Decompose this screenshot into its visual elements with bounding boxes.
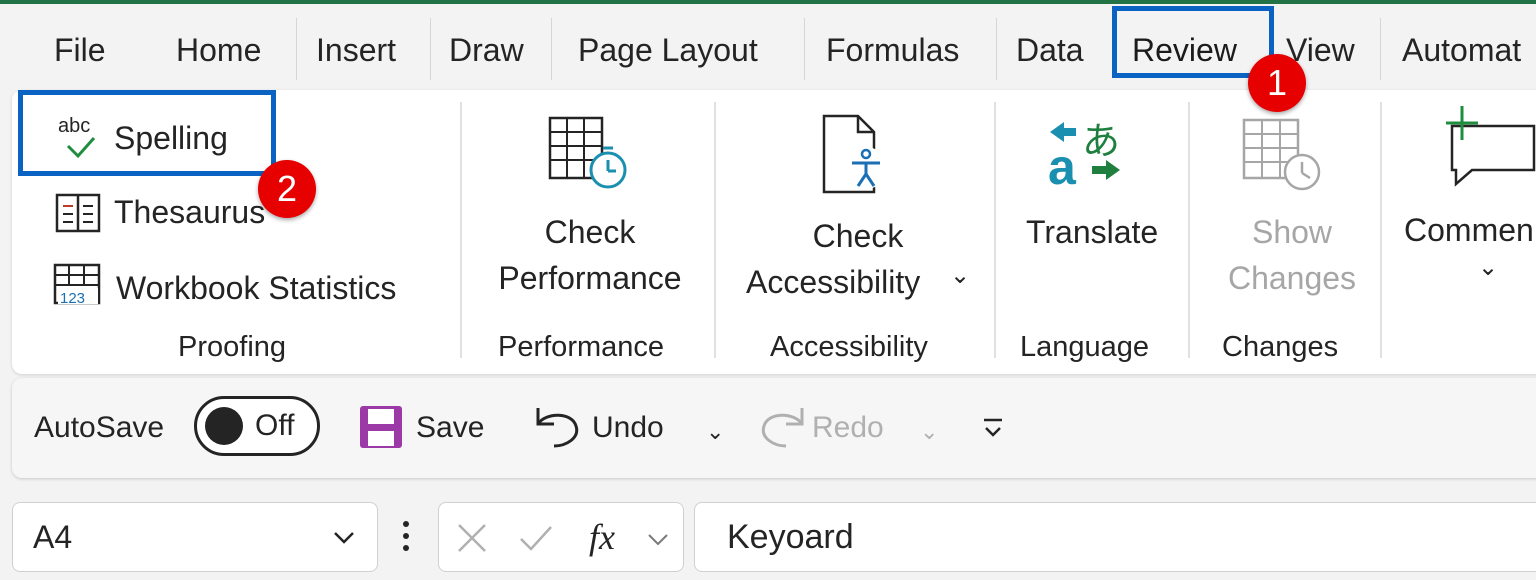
undo-dropdown-chevron-icon[interactable]: ⌄ <box>706 414 724 450</box>
comments-chevron-icon[interactable]: ⌄ <box>1478 248 1498 288</box>
language-group-label: Language <box>1020 331 1150 363</box>
group-separator <box>1188 102 1190 358</box>
name-box-chevron-icon[interactable] <box>331 529 357 547</box>
translate-button[interactable]: Translate <box>1026 212 1158 252</box>
group-separator <box>1380 102 1382 358</box>
show-changes-button[interactable]: Changes <box>1208 258 1376 298</box>
tab-separator <box>996 18 997 80</box>
tab-separator <box>1380 18 1381 80</box>
svg-text:a: a <box>1048 139 1077 194</box>
proofing-group-label: Proofing <box>178 331 287 363</box>
tab-page-layout[interactable]: Page Layout <box>578 30 758 70</box>
tab-separator <box>430 18 431 80</box>
tab-file[interactable]: File <box>54 30 106 70</box>
name-box-value: A4 <box>33 519 73 555</box>
undo-button[interactable]: Undo <box>592 410 664 446</box>
function-chevron-icon[interactable] <box>645 531 671 549</box>
performance-group-label: Performance <box>498 331 665 363</box>
tab-draw[interactable]: Draw <box>449 30 524 70</box>
quick-access-toolbar: AutoSave Off Save Undo ⌄ Redo ⌄ <box>12 378 1536 478</box>
undo-icon[interactable] <box>532 404 584 448</box>
autosave-label: AutoSave <box>34 411 165 444</box>
check-performance-line1[interactable]: Check <box>488 212 692 252</box>
show-changes-line1[interactable]: Show <box>1208 212 1376 252</box>
name-box[interactable]: A4 <box>12 502 378 572</box>
formula-input[interactable]: Keyoard <box>694 502 1536 572</box>
review-tab-highlight <box>1112 6 1274 78</box>
tab-insert[interactable]: Insert <box>316 30 396 70</box>
changes-group-label: Changes <box>1222 331 1339 363</box>
save-button[interactable]: Save <box>416 410 484 446</box>
step-badge-1: 1 <box>1248 54 1306 112</box>
group-separator <box>714 102 716 358</box>
formula-value: Keyoard <box>727 518 854 556</box>
formula-bar-grip-icon[interactable] <box>400 518 412 558</box>
svg-text:123: 123 <box>60 290 85 307</box>
redo-icon[interactable] <box>756 404 808 448</box>
redo-button[interactable]: Redo <box>812 410 884 446</box>
check-accessibility-button[interactable]: Accessibility <box>746 262 920 302</box>
autosave-toggle[interactable]: Off <box>194 396 320 456</box>
tab-home[interactable]: Home <box>176 30 261 70</box>
cancel-icon[interactable] <box>455 521 489 555</box>
new-comment-icon <box>1446 106 1536 187</box>
redo-dropdown-chevron-icon[interactable]: ⌄ <box>920 414 938 450</box>
check-accessibility-icon <box>822 114 887 194</box>
spelling-highlight <box>18 90 276 176</box>
tab-automate[interactable]: Automat <box>1402 30 1521 70</box>
tab-formulas[interactable]: Formulas <box>826 30 959 70</box>
ribbon-tabs: File Home Insert Draw Page Layout Formul… <box>0 4 1536 90</box>
step-badge-2: 2 <box>258 160 316 218</box>
svg-text:あ: あ <box>1082 119 1120 163</box>
save-icon[interactable] <box>358 404 404 450</box>
accessibility-chevron-icon[interactable]: ⌄ <box>950 256 970 296</box>
tab-separator <box>296 18 297 80</box>
enter-icon[interactable] <box>517 521 555 555</box>
translate-icon: a あ <box>1048 119 1120 194</box>
comments-button[interactable]: Commen <box>1404 210 1534 250</box>
formula-controls: fx <box>438 502 684 572</box>
tab-data[interactable]: Data <box>1016 30 1084 70</box>
thesaurus-button[interactable]: Thesaurus <box>114 192 265 232</box>
check-accessibility-line1[interactable]: Check <box>736 216 980 256</box>
group-separator <box>994 102 996 358</box>
tab-separator <box>804 18 805 80</box>
thesaurus-icon <box>55 193 101 233</box>
toggle-knob <box>205 407 243 445</box>
group-separator <box>460 102 462 358</box>
workbook-statistics-icon: 123 <box>53 263 101 307</box>
workbook-statistics-button[interactable]: Workbook Statistics <box>116 268 396 308</box>
customize-toolbar-icon[interactable] <box>980 416 1006 440</box>
insert-function-icon[interactable]: fx <box>589 515 615 559</box>
tab-separator <box>551 18 552 80</box>
formula-bar: A4 fx Keyoard <box>0 486 1536 580</box>
check-performance-icon <box>548 116 627 189</box>
accessibility-group-label: Accessibility <box>770 331 928 363</box>
check-performance-button[interactable]: Performance <box>488 258 692 298</box>
show-changes-icon <box>1242 118 1321 191</box>
autosave-toggle-state: Off <box>255 409 295 442</box>
